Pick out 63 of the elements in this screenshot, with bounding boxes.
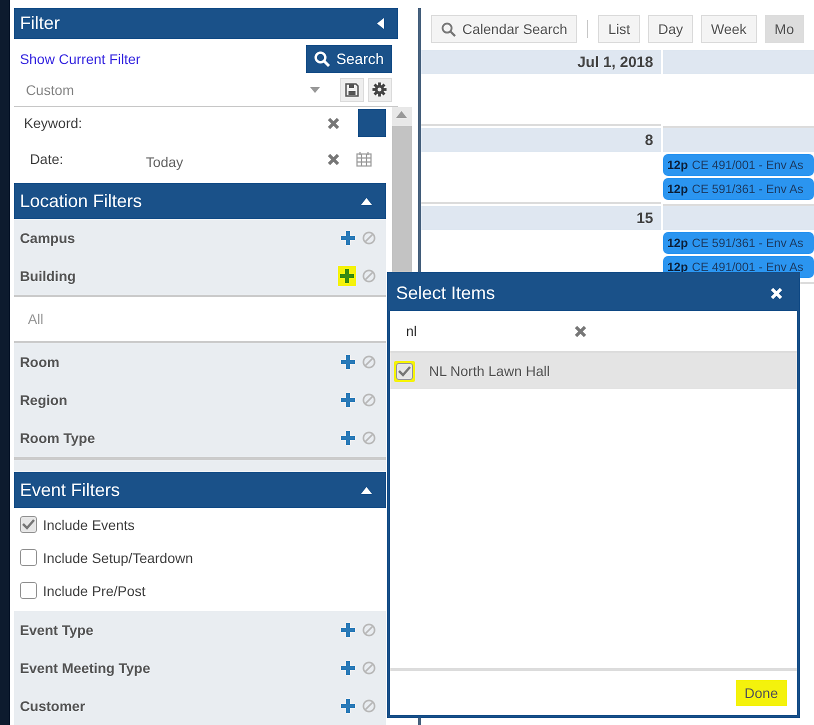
calendar-event[interactable]: 12p CE 491/001 - Env As	[663, 154, 814, 176]
plus-icon[interactable]	[340, 230, 356, 246]
save-button[interactable]	[340, 78, 364, 102]
clear-icon[interactable]	[326, 152, 340, 166]
filter-label: Event Meeting Type	[20, 660, 150, 676]
plus-icon[interactable]	[340, 354, 356, 370]
filter-label: Building	[20, 268, 76, 284]
view-tab[interactable]: List	[598, 15, 640, 43]
filter-label: Room Type	[20, 430, 96, 446]
checkbox[interactable]	[20, 549, 37, 566]
gear-icon	[372, 82, 388, 97]
date-label: 15	[421, 206, 662, 230]
search-button[interactable]: Search	[306, 45, 392, 73]
date-value[interactable]: Today	[146, 154, 327, 170]
clear-icon[interactable]	[574, 324, 587, 338]
calendar-search-button[interactable]: Calendar Search	[431, 15, 578, 43]
date-label: 8	[421, 128, 662, 152]
date-label: Jul 1, 2018	[421, 50, 662, 74]
plus-icon[interactable]	[340, 622, 356, 638]
caret-icon	[310, 86, 320, 92]
dialog-title: Select Items	[396, 282, 496, 304]
plus-icon[interactable]	[340, 392, 356, 408]
calendar-event[interactable]: 12p CE 591/361 - Env As	[663, 178, 814, 200]
section-title: Location Filters	[20, 190, 142, 212]
panel-title: Filter	[20, 13, 60, 34]
plus-icon[interactable]	[340, 660, 356, 676]
date-label: Date:	[30, 151, 64, 167]
search-field[interactable]: nl	[404, 322, 568, 340]
checkbox[interactable]	[20, 582, 37, 599]
checkbox[interactable]	[20, 516, 37, 533]
checkbox-label: Include Events	[42, 516, 135, 532]
checkbox[interactable]	[396, 362, 413, 380]
show-filter-link[interactable]: Show Current Filter	[20, 51, 140, 67]
search-icon	[441, 22, 456, 36]
filter-label: Event Type	[20, 622, 94, 638]
close-icon[interactable]	[770, 286, 783, 300]
saved-filter-dropdown[interactable]: Custom	[26, 76, 336, 102]
calendar-icon[interactable]	[356, 151, 372, 167]
filter-label: Room	[20, 354, 60, 370]
view-tab[interactable]: Mo	[764, 15, 804, 43]
collapse-left-icon[interactable]	[376, 18, 384, 29]
plus-icon[interactable]	[340, 698, 356, 714]
filter-label: Customer	[20, 698, 86, 714]
filter-label: Campus	[20, 230, 76, 246]
checkbox-label: Include Setup/Teardown	[42, 550, 194, 566]
clear-icon[interactable]	[326, 116, 340, 130]
collapse-icon[interactable]	[360, 198, 372, 204]
scroll-up-icon[interactable]	[396, 111, 408, 118]
settings-button[interactable]	[368, 78, 392, 102]
save-icon	[344, 82, 359, 96]
filter-label: Region	[20, 392, 68, 408]
section-title: Event Filters	[20, 480, 120, 500]
calendar-event[interactable]: 12p CE 591/361 - Env As	[663, 232, 814, 254]
item-label[interactable]: NL North Lawn Hall	[429, 363, 550, 379]
view-tab[interactable]: Week	[701, 15, 757, 43]
keyword-label: Keyword:	[24, 115, 84, 131]
checkbox-label: Include Pre/Post	[42, 582, 146, 598]
done-button[interactable]: Done	[736, 680, 787, 706]
plus-icon[interactable]	[340, 430, 356, 446]
collapse-icon[interactable]	[360, 486, 372, 494]
search-icon	[314, 51, 330, 67]
plus-icon[interactable]	[338, 268, 355, 284]
view-tab[interactable]: Day	[648, 15, 693, 43]
